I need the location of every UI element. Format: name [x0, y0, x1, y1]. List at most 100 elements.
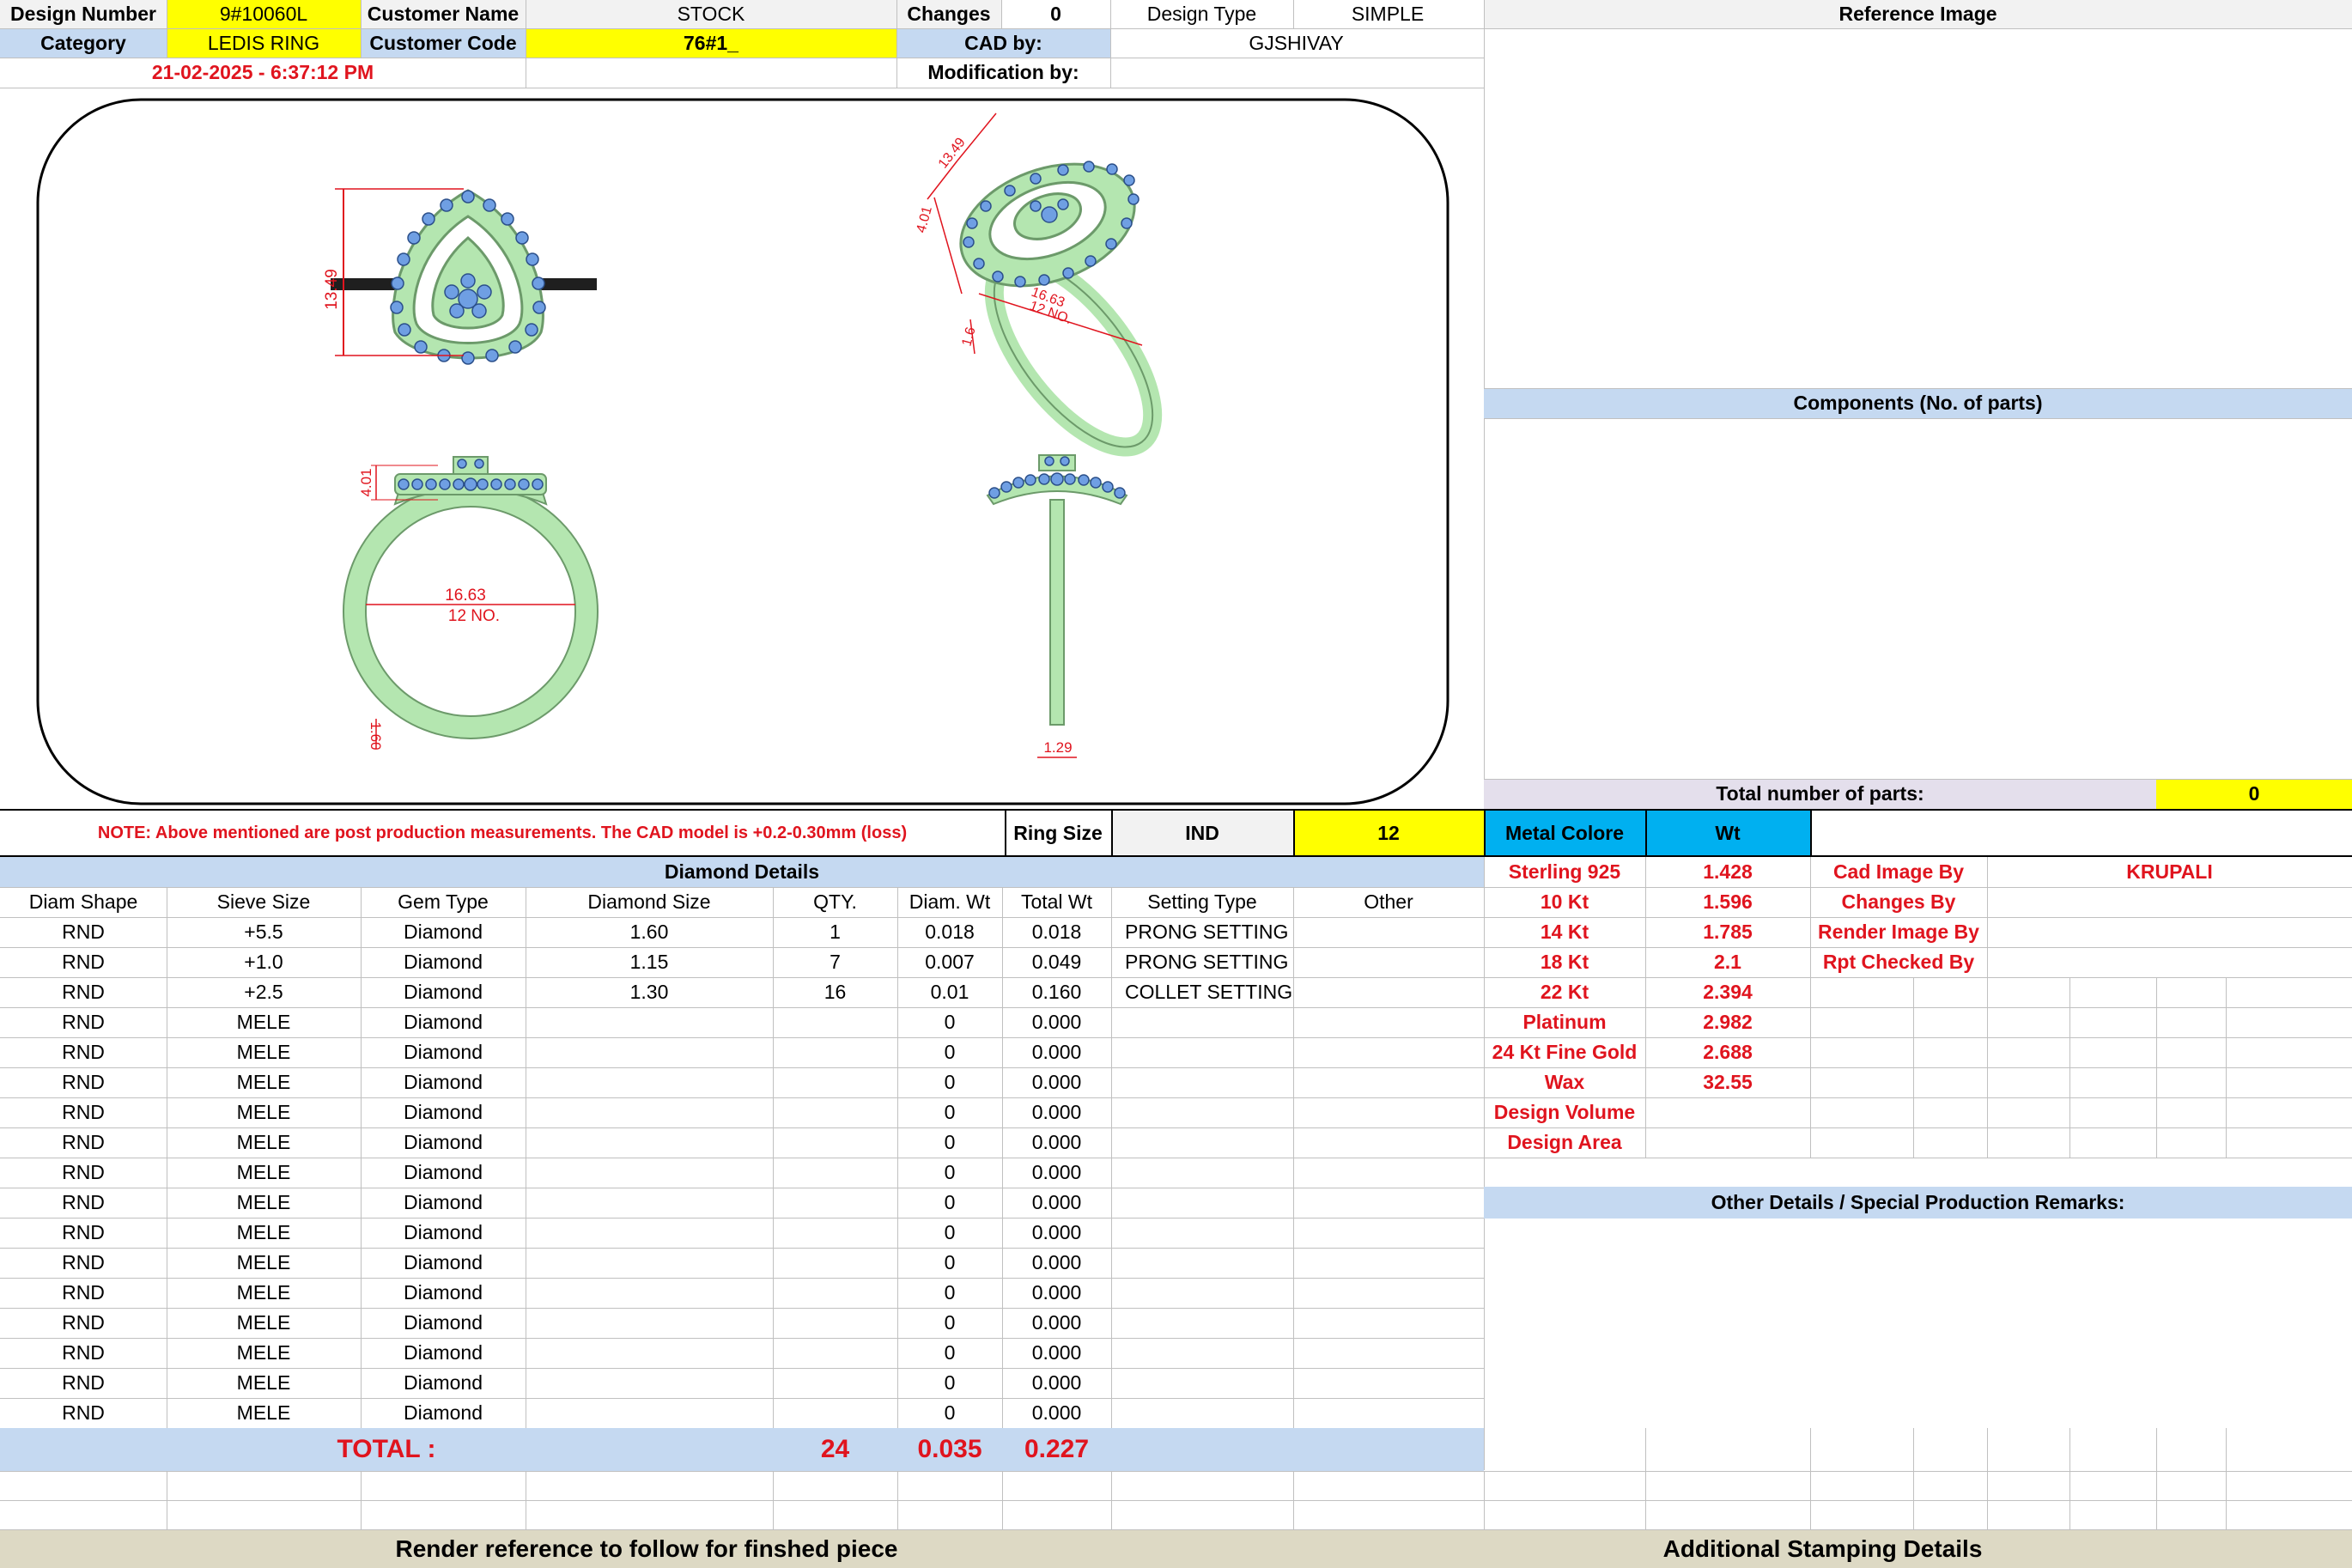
diamond-cell[interactable]: RND: [0, 1188, 167, 1218]
credit-value[interactable]: [1987, 887, 2352, 917]
diamond-cell[interactable]: RND: [0, 1368, 167, 1398]
diamond-cell[interactable]: 0.000: [1002, 1368, 1111, 1398]
diamond-cell[interactable]: Diamond: [361, 1248, 526, 1278]
diamond-cell[interactable]: [773, 1037, 897, 1067]
metal-weight[interactable]: [1645, 1097, 1810, 1127]
diamond-cell[interactable]: [526, 1218, 773, 1248]
credit-value[interactable]: [1987, 947, 2352, 977]
diamond-cell[interactable]: RND: [0, 1127, 167, 1158]
diamond-cell[interactable]: RND: [0, 1158, 167, 1188]
diamond-cell[interactable]: 0: [897, 1037, 1002, 1067]
diamond-cell[interactable]: 0.160: [1002, 977, 1111, 1007]
diamond-cell[interactable]: [1293, 947, 1484, 977]
diamond-cell[interactable]: [526, 1127, 773, 1158]
diamond-cell[interactable]: 0.000: [1002, 1338, 1111, 1368]
diamond-cell[interactable]: MELE: [167, 1007, 361, 1037]
diamond-cell[interactable]: 0.018: [1002, 917, 1111, 947]
diamond-cell[interactable]: MELE: [167, 1037, 361, 1067]
diamond-cell[interactable]: +2.5: [167, 977, 361, 1007]
diamond-cell[interactable]: 0: [897, 1338, 1002, 1368]
diamond-cell[interactable]: MELE: [167, 1248, 361, 1278]
diamond-cell[interactable]: [1111, 1338, 1293, 1368]
diamond-cell[interactable]: 0.000: [1002, 1067, 1111, 1097]
diamond-cell[interactable]: Diamond: [361, 1127, 526, 1158]
diamond-cell[interactable]: RND: [0, 1278, 167, 1308]
changes-value[interactable]: 0: [1001, 0, 1110, 28]
total-parts-value[interactable]: 0: [2156, 779, 2352, 809]
metal-weight[interactable]: 1.428: [1645, 857, 1810, 887]
diamond-cell[interactable]: [1111, 1127, 1293, 1158]
diamond-cell[interactable]: MELE: [167, 1368, 361, 1398]
diamond-cell[interactable]: [1111, 1188, 1293, 1218]
diamond-cell[interactable]: 0: [897, 1188, 1002, 1218]
diamond-cell[interactable]: 0: [897, 1308, 1002, 1338]
diamond-cell[interactable]: RND: [0, 977, 167, 1007]
diamond-cell[interactable]: 1.15: [526, 947, 773, 977]
metal-weight[interactable]: 1.785: [1645, 917, 1810, 947]
diamond-cell[interactable]: [526, 1248, 773, 1278]
diamond-cell[interactable]: 0: [897, 1398, 1002, 1428]
diamond-cell[interactable]: 0: [897, 1248, 1002, 1278]
diamond-cell[interactable]: RND: [0, 1248, 167, 1278]
diamond-cell[interactable]: 0.000: [1002, 1037, 1111, 1067]
diamond-cell[interactable]: +5.5: [167, 917, 361, 947]
diamond-cell[interactable]: [1293, 1278, 1484, 1308]
diamond-cell[interactable]: [1293, 1188, 1484, 1218]
diamond-cell[interactable]: RND: [0, 947, 167, 977]
diamond-cell[interactable]: [526, 1007, 773, 1037]
diamond-cell[interactable]: [1293, 1067, 1484, 1097]
metal-weight[interactable]: 2.1: [1645, 947, 1810, 977]
diamond-cell[interactable]: [1293, 977, 1484, 1007]
diamond-cell[interactable]: [1111, 1097, 1293, 1127]
diamond-cell[interactable]: Diamond: [361, 1398, 526, 1428]
diamond-cell[interactable]: 0.007: [897, 947, 1002, 977]
diamond-cell[interactable]: PRONG SETTING: [1111, 947, 1293, 977]
diamond-cell[interactable]: Diamond: [361, 977, 526, 1007]
diamond-cell[interactable]: [1293, 1127, 1484, 1158]
diamond-cell[interactable]: [1293, 917, 1484, 947]
diamond-cell[interactable]: [1111, 1037, 1293, 1067]
diamond-cell[interactable]: MELE: [167, 1067, 361, 1097]
diamond-cell[interactable]: [1111, 1368, 1293, 1398]
metal-weight[interactable]: 2.982: [1645, 1007, 1810, 1037]
modification-by-value[interactable]: [1110, 58, 1482, 88]
diamond-cell[interactable]: MELE: [167, 1398, 361, 1428]
diamond-cell[interactable]: 0.018: [897, 917, 1002, 947]
diamond-cell[interactable]: MELE: [167, 1338, 361, 1368]
diamond-cell[interactable]: [526, 1188, 773, 1218]
diamond-cell[interactable]: 1: [773, 917, 897, 947]
customer-name-value[interactable]: STOCK: [526, 0, 896, 28]
diamond-cell[interactable]: 0: [897, 1067, 1002, 1097]
diamond-cell[interactable]: 0.000: [1002, 1188, 1111, 1218]
diamond-cell[interactable]: [526, 1398, 773, 1428]
diamond-cell[interactable]: 0: [897, 1368, 1002, 1398]
diamond-cell[interactable]: [773, 1338, 897, 1368]
diamond-cell[interactable]: [773, 1218, 897, 1248]
diamond-cell[interactable]: COLLET SETTING: [1111, 977, 1293, 1007]
diamond-cell[interactable]: 16: [773, 977, 897, 1007]
diamond-cell[interactable]: [526, 1097, 773, 1127]
diamond-cell[interactable]: Diamond: [361, 1218, 526, 1248]
diamond-cell[interactable]: 0: [897, 1158, 1002, 1188]
diamond-cell[interactable]: [526, 1278, 773, 1308]
diamond-cell[interactable]: [773, 1368, 897, 1398]
diamond-cell[interactable]: 0.000: [1002, 1097, 1111, 1127]
diamond-cell[interactable]: [526, 1067, 773, 1097]
diamond-cell[interactable]: Diamond: [361, 1278, 526, 1308]
diamond-cell[interactable]: 0.049: [1002, 947, 1111, 977]
diamond-cell[interactable]: [773, 1248, 897, 1278]
diamond-cell[interactable]: RND: [0, 1308, 167, 1338]
diamond-cell[interactable]: RND: [0, 1067, 167, 1097]
diamond-cell[interactable]: [1111, 1158, 1293, 1188]
credit-value[interactable]: KRUPALI: [1987, 857, 2352, 887]
diamond-cell[interactable]: [1293, 1248, 1484, 1278]
diamond-cell[interactable]: 1.30: [526, 977, 773, 1007]
diamond-cell[interactable]: +1.0: [167, 947, 361, 977]
diamond-cell[interactable]: Diamond: [361, 1037, 526, 1067]
diamond-cell[interactable]: [773, 1067, 897, 1097]
diamond-cell[interactable]: RND: [0, 1037, 167, 1067]
diamond-cell[interactable]: 0.000: [1002, 1398, 1111, 1428]
diamond-cell[interactable]: [1293, 1007, 1484, 1037]
diamond-cell[interactable]: 0.000: [1002, 1218, 1111, 1248]
diamond-cell[interactable]: RND: [0, 1007, 167, 1037]
